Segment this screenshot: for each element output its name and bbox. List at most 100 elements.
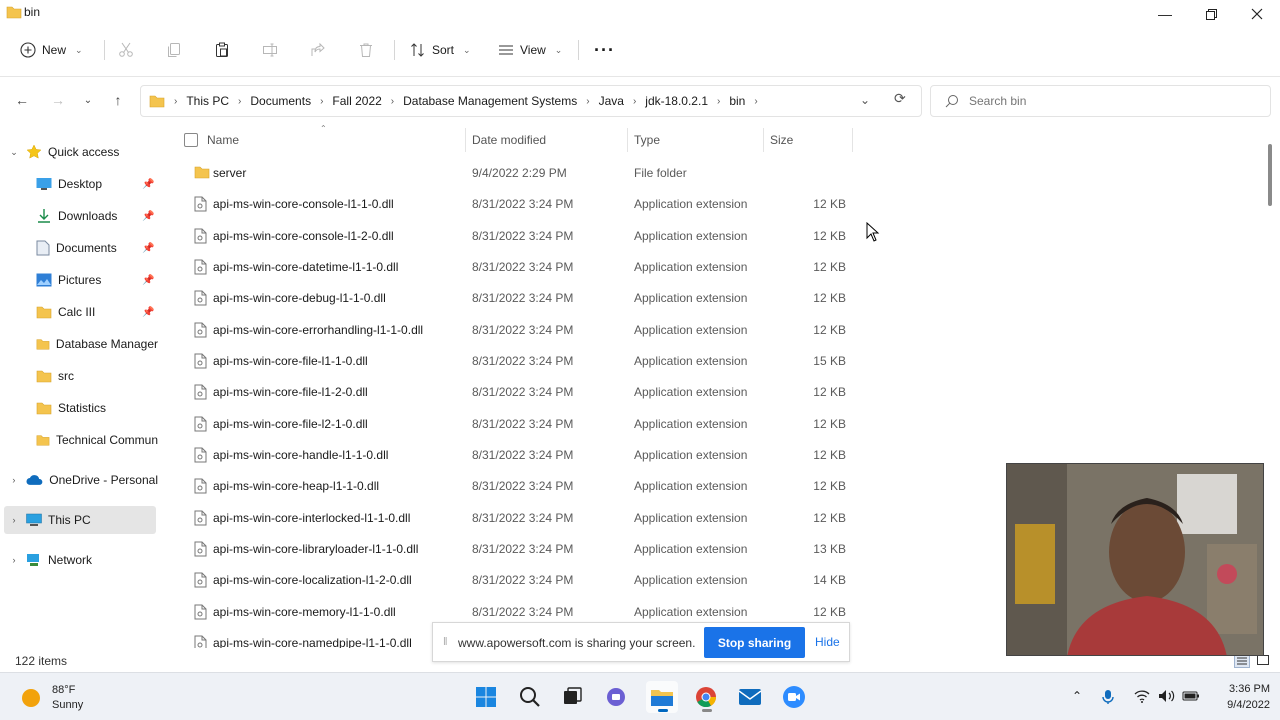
dll-file-icon <box>194 510 207 526</box>
scrollbar-thumb[interactable] <box>1268 144 1272 206</box>
zoom-button[interactable] <box>778 681 810 713</box>
item-count: 122 items <box>15 654 68 668</box>
file-date-modified: 8/31/2022 3:24 PM <box>472 604 574 619</box>
dll-file-icon <box>194 228 207 244</box>
table-row[interactable]: api-ms-win-core-file-l1-1-0.dll 8/31/2022… <box>180 346 856 377</box>
folder-icon <box>194 166 210 179</box>
weather-condition: Sunny <box>52 699 84 711</box>
dll-file-icon <box>194 541 207 557</box>
vertical-scrollbar[interactable] <box>1266 128 1274 648</box>
table-row[interactable]: api-ms-win-core-datetime-l1-1-0.dll 8/31/… <box>180 252 856 283</box>
file-date-modified: 8/31/2022 3:24 PM <box>472 385 574 400</box>
wifi-icon[interactable] <box>1134 689 1150 706</box>
file-type: Application extension <box>634 259 748 274</box>
file-icon-cell <box>194 196 207 215</box>
file-name: api-ms-win-core-debug-l1-1-0.dll <box>213 291 386 306</box>
mail-button[interactable] <box>734 681 766 713</box>
table-row[interactable]: api-ms-win-core-heap-l1-1-0.dll 8/31/2022… <box>180 471 856 502</box>
stop-sharing-button[interactable]: Stop sharing <box>704 627 805 658</box>
file-size: 12 KB <box>813 416 846 431</box>
table-row[interactable]: api-ms-win-core-libraryloader-l1-1-0.dll… <box>180 534 856 565</box>
drag-handle-icon[interactable]: ‖ <box>443 636 448 648</box>
webcam-overlay <box>1006 463 1264 656</box>
taskbar: 88°F Sunny ⌃ 3:36 PM 9/4/2022 <box>0 672 1280 720</box>
table-row[interactable]: api-ms-win-core-errorhandling-l1-1-0.dll… <box>180 315 856 346</box>
file-icon-cell <box>194 604 207 623</box>
table-row[interactable]: api-ms-win-core-file-l2-1-0.dll 8/31/2022… <box>180 409 856 440</box>
taskbar-search-button[interactable] <box>514 681 546 713</box>
microphone-icon[interactable] <box>1102 689 1114 708</box>
dll-file-icon <box>194 635 207 648</box>
weather-widget[interactable]: 88°F Sunny <box>20 683 83 713</box>
file-type: Application extension <box>634 322 748 337</box>
mail-icon <box>738 689 762 705</box>
table-row[interactable]: api-ms-win-core-localization-l1-2-0.dll 8… <box>180 565 856 596</box>
table-row[interactable]: api-ms-win-core-debug-l1-1-0.dll 8/31/202… <box>180 283 856 314</box>
file-icon-cell <box>194 384 207 403</box>
file-date-modified: 8/31/2022 3:24 PM <box>472 416 574 431</box>
file-type: Application extension <box>634 479 748 494</box>
taskbar-clock[interactable]: 3:36 PM 9/4/2022 <box>1212 681 1270 713</box>
file-type: Application extension <box>634 541 748 556</box>
file-size: 12 KB <box>813 228 846 243</box>
file-date-modified: 8/31/2022 3:24 PM <box>472 479 574 494</box>
file-size: 12 KB <box>813 259 846 274</box>
volume-icon[interactable] <box>1158 689 1176 706</box>
file-size: 12 KB <box>813 604 846 619</box>
sun-icon <box>22 689 40 707</box>
table-row[interactable]: api-ms-win-core-file-l1-2-0.dll 8/31/2022… <box>180 377 856 408</box>
file-size: 12 KB <box>813 291 846 306</box>
file-icon-cell <box>194 290 207 309</box>
table-row[interactable]: api-ms-win-core-console-l1-1-0.dll 8/31/2… <box>180 189 856 220</box>
file-type: Application extension <box>634 510 748 525</box>
dll-file-icon <box>194 196 207 212</box>
file-name: api-ms-win-core-namedpipe-l1-1-0.dll <box>213 635 412 648</box>
file-name: api-ms-win-core-libraryloader-l1-1-0.dll <box>213 541 419 556</box>
folder-icon-cell <box>194 165 210 182</box>
table-row[interactable]: api-ms-win-core-handle-l1-1-0.dll 8/31/20… <box>180 440 856 471</box>
battery-icon[interactable] <box>1182 689 1200 706</box>
dll-file-icon <box>194 322 207 338</box>
file-type: Application extension <box>634 385 748 400</box>
file-name: api-ms-win-core-localization-l1-2-0.dll <box>213 573 412 588</box>
start-button[interactable] <box>470 681 502 713</box>
file-size: 12 KB <box>813 385 846 400</box>
hide-banner-link[interactable]: Hide <box>815 635 840 649</box>
dll-file-icon <box>194 290 207 306</box>
task-view-button[interactable] <box>556 681 588 713</box>
file-name: api-ms-win-core-console-l1-2-0.dll <box>213 228 394 243</box>
table-row[interactable]: api-ms-win-core-interlocked-l1-1-0.dll 8/… <box>180 503 856 534</box>
file-type: Application extension <box>634 573 748 588</box>
show-hidden-icons-button[interactable]: ⌃ <box>1072 689 1082 703</box>
table-row[interactable]: api-ms-win-core-console-l1-2-0.dll 8/31/2… <box>180 221 856 252</box>
file-explorer-button[interactable] <box>646 681 678 713</box>
file-name: api-ms-win-core-interlocked-l1-1-0.dll <box>213 510 411 525</box>
task-view-icon <box>564 687 582 704</box>
file-date-modified: 8/31/2022 3:24 PM <box>472 447 574 462</box>
details-view-button[interactable] <box>1234 654 1250 668</box>
dll-file-icon <box>194 447 207 463</box>
file-type: Application extension <box>634 291 748 306</box>
dll-file-icon <box>194 353 207 369</box>
file-size: 14 KB <box>813 573 846 588</box>
clock-date: 9/4/2022 <box>1227 699 1270 711</box>
file-type: Application extension <box>634 416 748 431</box>
file-icon-cell <box>194 635 207 648</box>
file-name: api-ms-win-core-datetime-l1-1-0.dll <box>213 259 399 274</box>
teams-chat-button[interactable] <box>600 681 632 713</box>
table-row[interactable]: server 9/4/2022 2:29 PM File folder <box>180 158 856 189</box>
file-type: File folder <box>634 166 687 180</box>
file-date-modified: 8/31/2022 3:24 PM <box>472 353 574 368</box>
file-explorer-icon <box>651 690 673 706</box>
tiles-view-button[interactable] <box>1256 654 1270 668</box>
video-camera-icon <box>783 686 805 708</box>
chrome-button[interactable] <box>690 681 722 713</box>
clock-time: 3:36 PM <box>1229 683 1270 695</box>
dll-file-icon <box>194 604 207 620</box>
file-date-modified: 8/31/2022 3:24 PM <box>472 228 574 243</box>
active-indicator <box>658 709 668 712</box>
file-name: server <box>213 166 247 180</box>
file-size: 15 KB <box>813 353 846 368</box>
chat-icon <box>607 688 625 706</box>
file-size: 12 KB <box>813 510 846 525</box>
